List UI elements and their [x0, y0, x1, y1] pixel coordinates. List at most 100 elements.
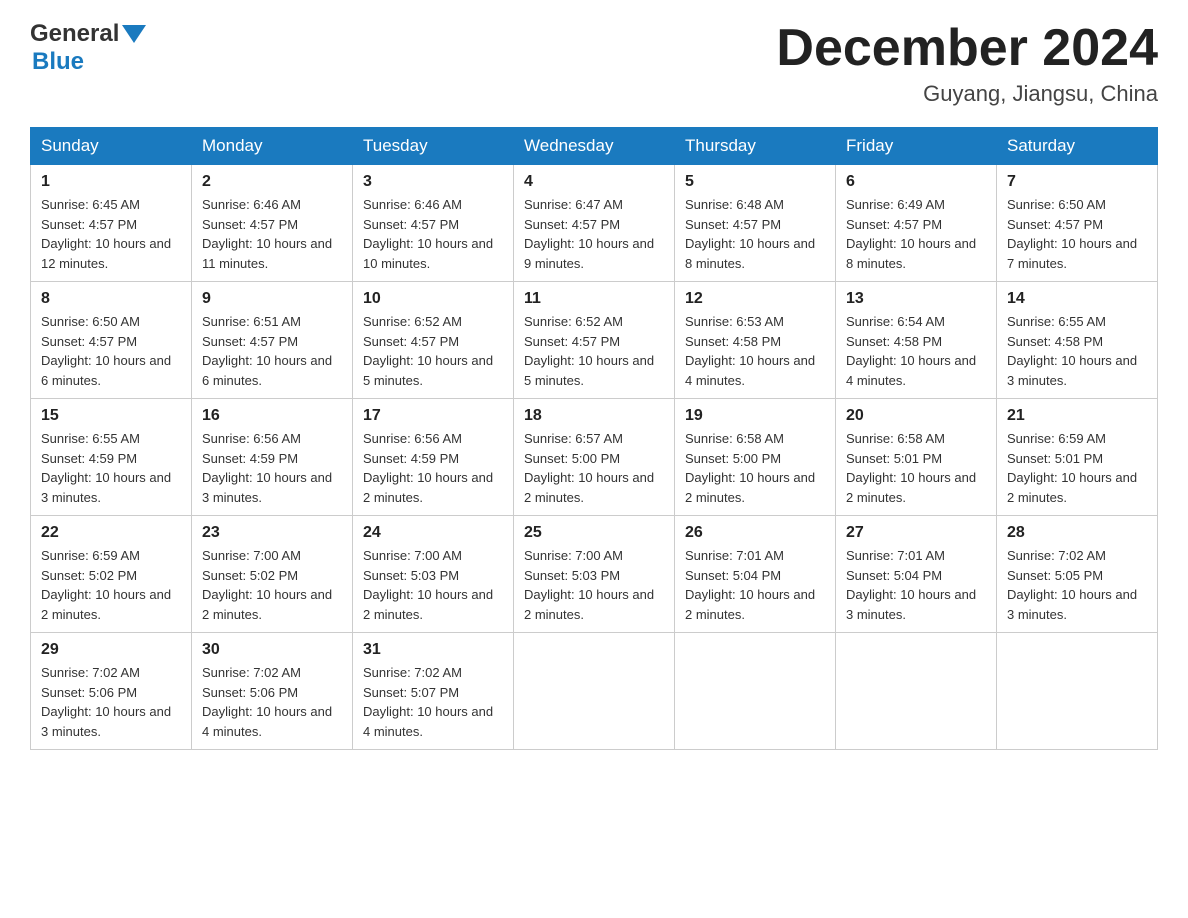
day-number: 28 [1007, 524, 1147, 542]
day-number: 1 [41, 173, 181, 191]
day-info: Sunrise: 6:48 AMSunset: 4:57 PMDaylight:… [685, 195, 825, 273]
calendar-cell: 12 Sunrise: 6:53 AMSunset: 4:58 PMDaylig… [675, 282, 836, 399]
page-header: General Blue December 2024 Guyang, Jiang… [30, 20, 1158, 107]
day-number: 12 [685, 290, 825, 308]
day-info: Sunrise: 6:45 AMSunset: 4:57 PMDaylight:… [41, 195, 181, 273]
calendar-cell: 21 Sunrise: 6:59 AMSunset: 5:01 PMDaylig… [997, 399, 1158, 516]
calendar-header-row: SundayMondayTuesdayWednesdayThursdayFrid… [31, 128, 1158, 165]
day-info: Sunrise: 6:47 AMSunset: 4:57 PMDaylight:… [524, 195, 664, 273]
day-number: 3 [363, 173, 503, 191]
calendar-header-sunday: Sunday [31, 128, 192, 165]
day-info: Sunrise: 6:50 AMSunset: 4:57 PMDaylight:… [1007, 195, 1147, 273]
calendar-header-friday: Friday [836, 128, 997, 165]
day-number: 5 [685, 173, 825, 191]
calendar-week-1: 1 Sunrise: 6:45 AMSunset: 4:57 PMDayligh… [31, 165, 1158, 282]
calendar-cell: 25 Sunrise: 7:00 AMSunset: 5:03 PMDaylig… [514, 516, 675, 633]
day-number: 10 [363, 290, 503, 308]
day-number: 29 [41, 641, 181, 659]
calendar-week-2: 8 Sunrise: 6:50 AMSunset: 4:57 PMDayligh… [31, 282, 1158, 399]
day-info: Sunrise: 7:02 AMSunset: 5:05 PMDaylight:… [1007, 546, 1147, 624]
calendar-cell: 26 Sunrise: 7:01 AMSunset: 5:04 PMDaylig… [675, 516, 836, 633]
day-info: Sunrise: 6:50 AMSunset: 4:57 PMDaylight:… [41, 312, 181, 390]
day-info: Sunrise: 6:58 AMSunset: 5:01 PMDaylight:… [846, 429, 986, 507]
day-number: 20 [846, 407, 986, 425]
day-number: 22 [41, 524, 181, 542]
day-info: Sunrise: 6:56 AMSunset: 4:59 PMDaylight:… [202, 429, 342, 507]
day-number: 7 [1007, 173, 1147, 191]
day-info: Sunrise: 6:53 AMSunset: 4:58 PMDaylight:… [685, 312, 825, 390]
day-info: Sunrise: 7:00 AMSunset: 5:02 PMDaylight:… [202, 546, 342, 624]
calendar-cell: 18 Sunrise: 6:57 AMSunset: 5:00 PMDaylig… [514, 399, 675, 516]
calendar-header-tuesday: Tuesday [353, 128, 514, 165]
day-number: 19 [685, 407, 825, 425]
calendar-cell: 23 Sunrise: 7:00 AMSunset: 5:02 PMDaylig… [192, 516, 353, 633]
day-info: Sunrise: 6:52 AMSunset: 4:57 PMDaylight:… [524, 312, 664, 390]
calendar-cell: 3 Sunrise: 6:46 AMSunset: 4:57 PMDayligh… [353, 165, 514, 282]
calendar-week-5: 29 Sunrise: 7:02 AMSunset: 5:06 PMDaylig… [31, 633, 1158, 750]
calendar-cell: 28 Sunrise: 7:02 AMSunset: 5:05 PMDaylig… [997, 516, 1158, 633]
day-number: 31 [363, 641, 503, 659]
day-number: 27 [846, 524, 986, 542]
calendar-cell: 27 Sunrise: 7:01 AMSunset: 5:04 PMDaylig… [836, 516, 997, 633]
calendar-header-wednesday: Wednesday [514, 128, 675, 165]
calendar-cell [997, 633, 1158, 750]
calendar-cell: 4 Sunrise: 6:47 AMSunset: 4:57 PMDayligh… [514, 165, 675, 282]
calendar-cell: 20 Sunrise: 6:58 AMSunset: 5:01 PMDaylig… [836, 399, 997, 516]
day-info: Sunrise: 7:02 AMSunset: 5:06 PMDaylight:… [202, 663, 342, 741]
day-number: 13 [846, 290, 986, 308]
day-number: 15 [41, 407, 181, 425]
day-info: Sunrise: 6:54 AMSunset: 4:58 PMDaylight:… [846, 312, 986, 390]
day-number: 4 [524, 173, 664, 191]
day-info: Sunrise: 6:56 AMSunset: 4:59 PMDaylight:… [363, 429, 503, 507]
calendar-cell: 6 Sunrise: 6:49 AMSunset: 4:57 PMDayligh… [836, 165, 997, 282]
calendar-cell: 16 Sunrise: 6:56 AMSunset: 4:59 PMDaylig… [192, 399, 353, 516]
day-number: 21 [1007, 407, 1147, 425]
day-number: 26 [685, 524, 825, 542]
day-info: Sunrise: 6:59 AMSunset: 5:02 PMDaylight:… [41, 546, 181, 624]
day-number: 30 [202, 641, 342, 659]
calendar-cell: 24 Sunrise: 7:00 AMSunset: 5:03 PMDaylig… [353, 516, 514, 633]
day-info: Sunrise: 6:55 AMSunset: 4:58 PMDaylight:… [1007, 312, 1147, 390]
day-number: 17 [363, 407, 503, 425]
calendar-cell: 14 Sunrise: 6:55 AMSunset: 4:58 PMDaylig… [997, 282, 1158, 399]
day-info: Sunrise: 6:49 AMSunset: 4:57 PMDaylight:… [846, 195, 986, 273]
calendar-week-4: 22 Sunrise: 6:59 AMSunset: 5:02 PMDaylig… [31, 516, 1158, 633]
title-section: December 2024 Guyang, Jiangsu, China [776, 20, 1158, 107]
calendar-cell: 30 Sunrise: 7:02 AMSunset: 5:06 PMDaylig… [192, 633, 353, 750]
day-info: Sunrise: 6:57 AMSunset: 5:00 PMDaylight:… [524, 429, 664, 507]
day-number: 2 [202, 173, 342, 191]
logo-triangle-icon [122, 25, 146, 43]
calendar-week-3: 15 Sunrise: 6:55 AMSunset: 4:59 PMDaylig… [31, 399, 1158, 516]
day-info: Sunrise: 6:58 AMSunset: 5:00 PMDaylight:… [685, 429, 825, 507]
day-number: 16 [202, 407, 342, 425]
logo-blue-text: Blue [32, 48, 84, 75]
day-number: 6 [846, 173, 986, 191]
day-number: 8 [41, 290, 181, 308]
calendar-cell: 7 Sunrise: 6:50 AMSunset: 4:57 PMDayligh… [997, 165, 1158, 282]
calendar-cell: 1 Sunrise: 6:45 AMSunset: 4:57 PMDayligh… [31, 165, 192, 282]
calendar-header-monday: Monday [192, 128, 353, 165]
calendar-cell [836, 633, 997, 750]
day-info: Sunrise: 7:02 AMSunset: 5:06 PMDaylight:… [41, 663, 181, 741]
day-number: 9 [202, 290, 342, 308]
day-info: Sunrise: 7:00 AMSunset: 5:03 PMDaylight:… [524, 546, 664, 624]
calendar-table: SundayMondayTuesdayWednesdayThursdayFrid… [30, 127, 1158, 750]
calendar-cell: 15 Sunrise: 6:55 AMSunset: 4:59 PMDaylig… [31, 399, 192, 516]
calendar-cell: 17 Sunrise: 6:56 AMSunset: 4:59 PMDaylig… [353, 399, 514, 516]
day-info: Sunrise: 7:01 AMSunset: 5:04 PMDaylight:… [685, 546, 825, 624]
calendar-cell: 5 Sunrise: 6:48 AMSunset: 4:57 PMDayligh… [675, 165, 836, 282]
day-number: 23 [202, 524, 342, 542]
logo: General Blue [30, 20, 149, 76]
logo-general-text: General [30, 20, 119, 48]
calendar-cell [514, 633, 675, 750]
calendar-cell [675, 633, 836, 750]
day-info: Sunrise: 6:52 AMSunset: 4:57 PMDaylight:… [363, 312, 503, 390]
calendar-cell: 29 Sunrise: 7:02 AMSunset: 5:06 PMDaylig… [31, 633, 192, 750]
day-info: Sunrise: 6:46 AMSunset: 4:57 PMDaylight:… [363, 195, 503, 273]
calendar-cell: 31 Sunrise: 7:02 AMSunset: 5:07 PMDaylig… [353, 633, 514, 750]
day-info: Sunrise: 7:02 AMSunset: 5:07 PMDaylight:… [363, 663, 503, 741]
day-info: Sunrise: 6:59 AMSunset: 5:01 PMDaylight:… [1007, 429, 1147, 507]
calendar-cell: 8 Sunrise: 6:50 AMSunset: 4:57 PMDayligh… [31, 282, 192, 399]
day-info: Sunrise: 6:46 AMSunset: 4:57 PMDaylight:… [202, 195, 342, 273]
day-info: Sunrise: 7:00 AMSunset: 5:03 PMDaylight:… [363, 546, 503, 624]
